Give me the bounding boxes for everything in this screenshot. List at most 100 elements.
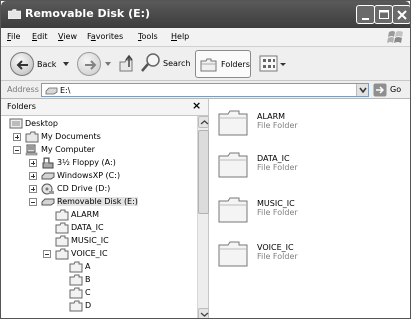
menu-file[interactable]: File [7,32,20,41]
cd-drive-icon [41,183,54,195]
scroll-thumb[interactable] [198,130,209,214]
tree-item-music-ic[interactable]: MUSIC_IC [1,235,191,247]
forward-button[interactable] [77,52,113,78]
tree-item-label: DATA_IC [71,223,104,232]
hard-drive-icon [41,172,55,180]
tree-item-cd-drive-d[interactable]: CD Drive (D:) [1,183,191,195]
menu-help-label: elp [177,32,190,41]
folder-icon [69,300,83,312]
menu-favorites[interactable]: Favorites [87,32,123,41]
tree-item-b[interactable]: B [1,274,191,286]
expand-plus-icon[interactable] [13,133,21,141]
file-item-alarm[interactable]: ALARM File Folder [217,109,407,139]
folder-icon [218,152,248,178]
tree-item-my-computer[interactable]: My Computer [1,144,191,156]
tree-item-label: B [85,275,91,284]
folder-icon [69,287,83,299]
address-dropdown-button[interactable] [356,84,368,96]
folders-icon [200,58,217,72]
folder-tree: Desktop My Documents My Computer 3½ Flop… [1,116,197,318]
title-bar[interactable]: Removable Disk (E:) [1,1,410,28]
tree-item-removable-disk-e[interactable]: Removable Disk (E:) [1,196,191,208]
my-documents-icon [25,131,39,143]
address-field[interactable]: E:\ [41,83,369,97]
file-item-type: File Folder [257,208,298,217]
folder-tree-scrollbar[interactable] [197,116,209,318]
desktop-icon [9,118,23,129]
collapse-minus-icon[interactable] [13,146,21,154]
file-item-data-ic[interactable]: DATA_IC File Folder [217,151,407,181]
search-icon [141,53,160,72]
go-label: Go [390,85,402,94]
address-label: Address [7,85,39,94]
file-item-voice-ic[interactable]: VOICE_IC File Folder [217,240,407,270]
tree-item-label: Removable Disk (E:) [57,197,138,206]
folders-button[interactable]: Folders [195,50,251,78]
search-label: Search [163,59,191,68]
tree-item-desktop[interactable]: Desktop [1,118,191,130]
expand-plus-icon[interactable] [29,159,37,167]
address-value: E:\ [60,86,71,95]
menu-tools[interactable]: Tools [138,32,158,41]
minimize-button[interactable] [356,5,375,24]
tree-item-floppy-a[interactable]: 3½ Floppy (A:) [1,157,191,169]
tree-item-label: My Documents [41,132,101,141]
folders-label: Folders [221,60,250,69]
file-item-type: File Folder [257,252,298,261]
expand-plus-icon[interactable] [29,185,37,193]
forward-arrow-icon [77,52,101,76]
file-item-name: DATA_IC [257,154,290,163]
folder-icon [69,274,83,286]
collapse-minus-icon[interactable] [43,250,51,258]
tree-item-a[interactable]: A [1,261,191,273]
tree-item-voice-ic[interactable]: VOICE_IC [1,248,191,260]
tree-item-label: CD Drive (D:) [57,184,111,193]
collapse-minus-icon[interactable] [29,198,37,206]
go-button[interactable]: Go [372,83,408,97]
tree-item-data-ic[interactable]: DATA_IC [1,222,191,234]
menu-help[interactable]: Help [171,32,189,41]
back-button[interactable]: Back [10,52,70,78]
scroll-up-button[interactable] [198,116,209,128]
folders-pane-title: Folders [7,102,36,111]
file-item-name: ALARM [257,112,286,121]
views-button[interactable] [259,53,289,75]
menu-bar: File Edit View Favorites Tools Help [1,28,410,47]
back-arrow-icon [10,52,34,76]
removable-disk-icon [41,198,55,206]
toolbar: Back Search Folders [1,47,410,81]
back-dropdown-icon [63,62,69,66]
close-button[interactable] [392,5,410,24]
close-icon [397,10,407,20]
menu-edit[interactable]: Edit [32,32,48,41]
folder-icon [55,222,69,234]
menu-view[interactable]: View [58,32,77,41]
close-pane-icon[interactable]: × [192,99,201,112]
menu-view-label: iew [63,32,77,41]
windows-logo-icon [387,31,403,43]
file-item-music-ic[interactable]: MUSIC_IC File Folder [217,196,407,226]
tree-item-label: VOICE_IC [71,249,108,258]
tree-item-my-documents[interactable]: My Documents [1,131,191,143]
tree-item-windowsxp-c[interactable]: WindowsXP (C:) [1,170,191,182]
tree-item-alarm[interactable]: ALARM [1,209,191,221]
removable-disk-icon [45,87,58,95]
folder-icon [218,241,248,267]
folder-icon [55,235,69,247]
scroll-down-button[interactable] [198,308,209,318]
folder-icon [55,248,69,260]
my-computer-icon [25,144,38,156]
tree-item-d[interactable]: D [1,300,191,312]
up-folder-button[interactable] [118,54,136,74]
search-button[interactable]: Search [140,52,192,76]
folder-icon [55,209,69,221]
expand-plus-icon[interactable] [29,172,37,180]
tree-item-label: C [85,288,91,297]
tree-item-label: MUSIC_IC [71,236,109,245]
folder-icon [8,9,21,19]
tree-item-c[interactable]: C [1,287,191,299]
floppy-drive-icon [42,157,54,169]
menu-edit-label: dit [37,32,48,41]
maximize-button[interactable] [374,5,393,24]
tree-item-label: D [85,301,92,310]
